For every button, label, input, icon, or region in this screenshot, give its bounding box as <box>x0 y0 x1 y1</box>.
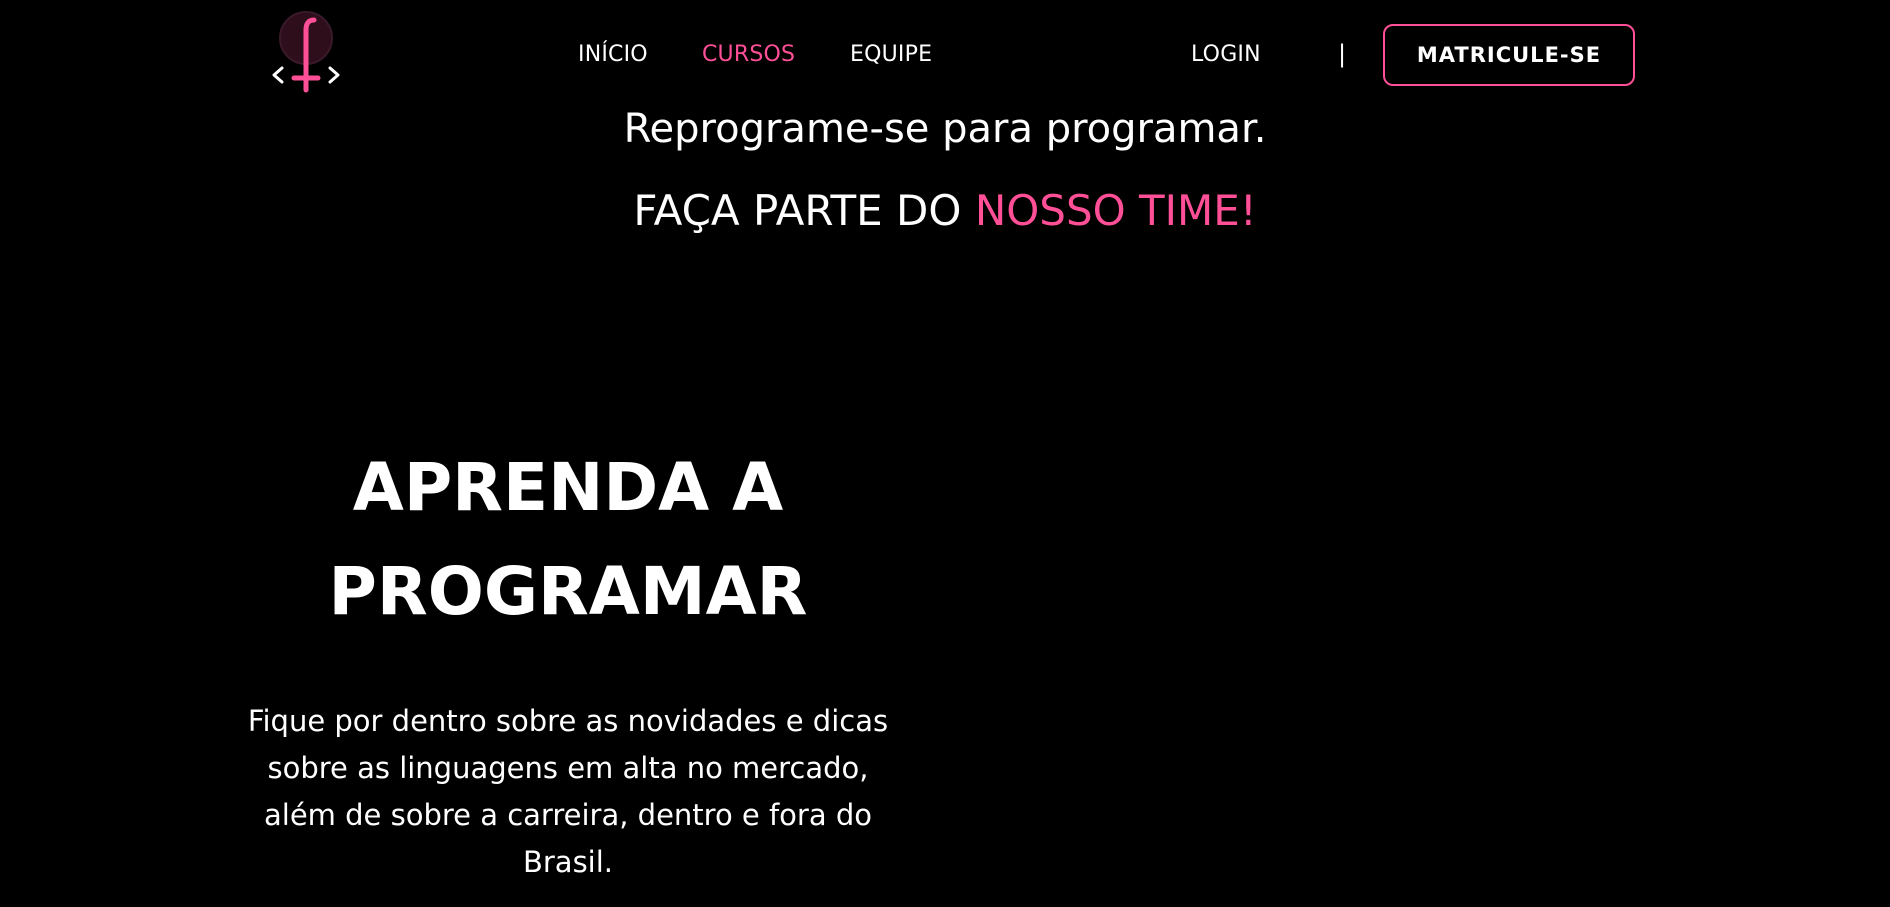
hero-description: Fique por dentro sobre as novidades e di… <box>247 704 889 879</box>
code-brackets-logo-icon <box>272 11 340 93</box>
enroll-button-label: MATRICULE-SE <box>1416 43 1602 67</box>
nav-divider: | <box>1338 40 1347 68</box>
login-link[interactable]: LOGIN <box>1191 42 1261 67</box>
nav-link-cursos[interactable]: CURSOS <box>702 42 795 67</box>
logo-link[interactable] <box>268 10 344 94</box>
hero-subtagline: FAÇA PARTE DO NOSSO TIME! <box>0 186 1890 235</box>
hero-title-line1: APRENDA A <box>352 449 784 526</box>
hero-tagline: Reprograme-se para programar. <box>623 106 1267 152</box>
hero-title-line2: PROGRAMAR <box>328 553 808 630</box>
subtagline-prefix: FAÇA PARTE DO <box>633 186 975 235</box>
nav-link-inicio[interactable]: INÍCIO <box>578 42 648 67</box>
hero-title: APRENDA A PROGRAMAR <box>238 436 898 644</box>
nav-link-equipe[interactable]: EQUIPE <box>850 42 932 67</box>
subtagline-accent: NOSSO TIME! <box>974 186 1257 235</box>
enroll-button[interactable]: MATRICULE-SE <box>1383 24 1635 86</box>
